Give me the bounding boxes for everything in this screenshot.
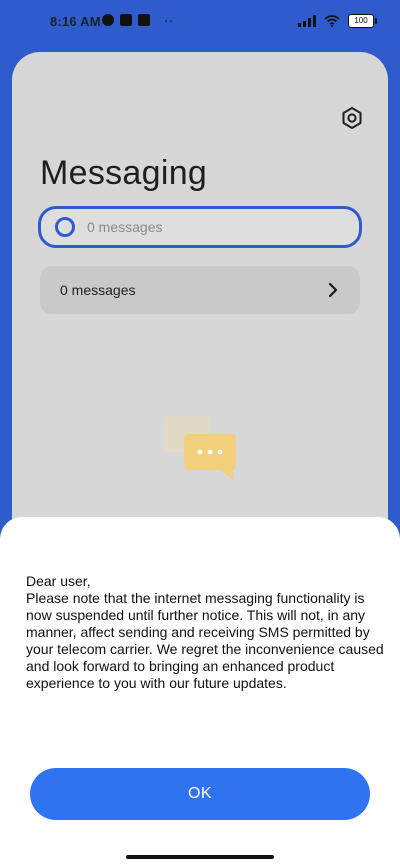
system-status-icons: 100 [298,14,377,28]
search-icon [55,217,75,237]
search-bar[interactable] [38,206,362,248]
notification-icons: ·· [102,12,174,28]
battery-icon: 100 [348,14,377,28]
wifi-icon [324,15,340,27]
notice-dialog: Dear user, Please note that the internet… [0,517,400,866]
page-title: Messaging [40,154,208,192]
app-notification-icon [120,14,132,26]
gear-icon[interactable] [340,106,364,130]
empty-chat-illustration [164,416,236,480]
home-indicator[interactable] [126,855,274,859]
search-input[interactable] [85,218,329,236]
dialog-text: Dear user, Please note that the internet… [26,573,388,692]
messaging-card: Messaging 0 messages [12,52,388,572]
dialog-greeting: Dear user, [26,573,91,589]
status-bar: 8:16 AM ·· 100 [0,0,400,44]
ok-button[interactable]: OK [30,768,370,820]
more-notifications-icon: ·· [164,12,174,28]
dialog-message: Please note that the internet messaging … [26,590,384,691]
app-notification-icon [102,14,114,26]
chevron-right-icon [328,282,338,298]
messages-row[interactable]: 0 messages [40,266,360,314]
messages-row-label: 0 messages [60,282,136,298]
signal-icon [298,15,316,27]
status-time: 8:16 AM [50,14,101,29]
app-notification-icon [138,14,150,26]
